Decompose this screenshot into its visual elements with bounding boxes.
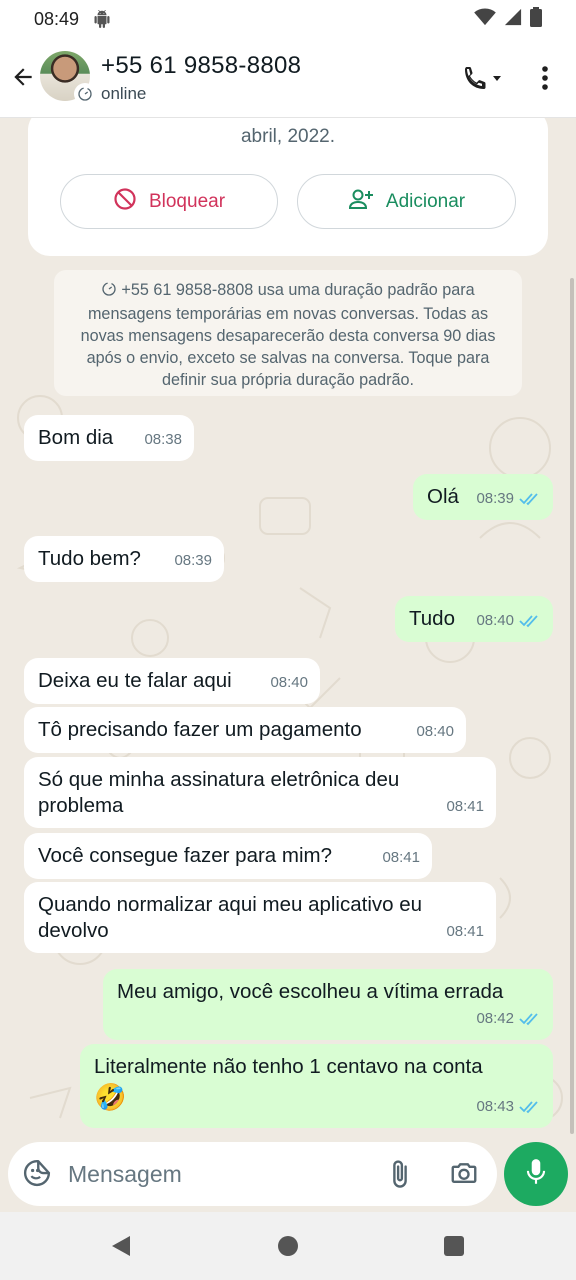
double-check-read-icon: [519, 1012, 541, 1026]
message-text: Você consegue fazer para mim?: [38, 844, 332, 867]
contact-info-card: abril, 2022. Bloquear Adicionar: [28, 118, 548, 256]
message-time: 08:40: [416, 723, 454, 740]
message-text: Tudo bem?: [38, 547, 141, 570]
battery-icon: [530, 6, 542, 32]
nav-home-icon[interactable]: [278, 1236, 298, 1256]
double-check-read-icon: [519, 1100, 541, 1114]
block-icon: [113, 187, 137, 217]
android-icon: [93, 10, 111, 28]
disappearing-timer-icon: [74, 83, 96, 105]
arrow-left-icon[interactable]: [8, 62, 38, 92]
phone-dropdown-icon[interactable]: [462, 62, 508, 94]
composer-pill: [8, 1142, 497, 1206]
message-text: Tô precisando fazer um pagamento: [38, 718, 362, 741]
add-contact-label: Adicionar: [385, 190, 466, 212]
message-text: Literalmente não tenho 1 centavo na cont…: [94, 1055, 483, 1078]
paperclip-icon[interactable]: [385, 1158, 415, 1195]
message-time: 08:41: [382, 849, 420, 866]
signal-icon: [504, 8, 522, 31]
rolling-laughing-emoji: 🤣: [94, 1082, 127, 1112]
wifi-icon: [474, 7, 496, 31]
message-incoming[interactable]: Bom dia 08:38: [24, 415, 194, 461]
chat-header: +55 61 9858-8808 online: [0, 38, 576, 118]
contact-status: online: [101, 84, 147, 103]
message-text: Deixa eu te falar aqui: [38, 669, 232, 692]
message-time: 08:43: [476, 1098, 514, 1115]
camera-icon[interactable]: [448, 1158, 480, 1193]
message-outgoing[interactable]: Literalmente não tenho 1 centavo na cont…: [80, 1044, 553, 1128]
nav-back-icon[interactable]: [110, 1234, 132, 1263]
system-navigation-bar: [0, 1212, 576, 1280]
add-contact-button[interactable]: Adicionar: [297, 174, 516, 229]
message-outgoing[interactable]: Tudo 08:40: [395, 596, 553, 642]
double-check-read-icon: [519, 614, 541, 628]
message-time: 08:39: [174, 552, 212, 569]
status-time: 08:49: [34, 8, 80, 29]
chat-area[interactable]: abril, 2022. Bloquear Adicionar +55 61 9…: [0, 118, 576, 1140]
message-time: 08:38: [144, 431, 182, 448]
more-vert-icon[interactable]: [530, 60, 560, 96]
disappearing-notice-text: +55 61 9858-8808 usa uma duração padrão …: [80, 281, 496, 389]
message-outgoing[interactable]: Olá 08:39: [413, 474, 553, 520]
mic-button[interactable]: [504, 1142, 568, 1206]
message-incoming[interactable]: Você consegue fazer para mim? 08:41: [24, 833, 432, 879]
message-time: 08:40: [476, 612, 514, 629]
message-text: Só que minha assinatura eletrônica deu p…: [38, 768, 400, 817]
message-time: 08:40: [270, 674, 308, 691]
message-text: Olá: [427, 485, 459, 508]
contact-name[interactable]: +55 61 9858-8808: [101, 52, 301, 80]
nav-recents-icon[interactable]: [444, 1236, 464, 1256]
message-time: 08:41: [446, 923, 484, 940]
message-time: 08:39: [476, 490, 514, 507]
message-text: Quando normalizar aqui meu aplicativo eu…: [38, 893, 423, 942]
disappearing-timer-icon: [101, 281, 117, 303]
status-bar: 08:49: [0, 0, 576, 38]
emoji-sticker-icon[interactable]: [22, 1158, 52, 1193]
person-add-icon: [348, 188, 374, 216]
message-incoming[interactable]: Tudo bem? 08:39: [24, 536, 224, 582]
message-input[interactable]: [68, 1156, 368, 1192]
mic-icon: [523, 1157, 549, 1192]
message-incoming[interactable]: Quando normalizar aqui meu aplicativo eu…: [24, 882, 496, 953]
message-incoming[interactable]: Só que minha assinatura eletrônica deu p…: [24, 757, 496, 828]
message-text: Bom dia: [38, 426, 114, 449]
message-text: Tudo: [409, 607, 455, 630]
contact-info-date: abril, 2022.: [240, 126, 335, 147]
message-text: Meu amigo, você escolheu a vítima errada: [117, 980, 504, 1003]
message-time: 08:41: [446, 798, 484, 815]
composer-bar: [0, 1140, 576, 1212]
double-check-read-icon: [519, 492, 541, 506]
message-incoming[interactable]: Tô precisando fazer um pagamento 08:40: [24, 707, 466, 753]
block-button[interactable]: Bloquear: [60, 174, 278, 229]
avatar[interactable]: [40, 51, 96, 105]
disappearing-messages-notice[interactable]: +55 61 9858-8808 usa uma duração padrão …: [54, 270, 522, 396]
message-time: 08:42: [476, 1010, 514, 1027]
scrollbar[interactable]: [570, 278, 574, 1134]
block-label: Bloquear: [148, 190, 226, 212]
message-outgoing[interactable]: Meu amigo, você escolheu a vítima errada…: [103, 969, 553, 1040]
message-incoming[interactable]: Deixa eu te falar aqui 08:40: [24, 658, 320, 704]
